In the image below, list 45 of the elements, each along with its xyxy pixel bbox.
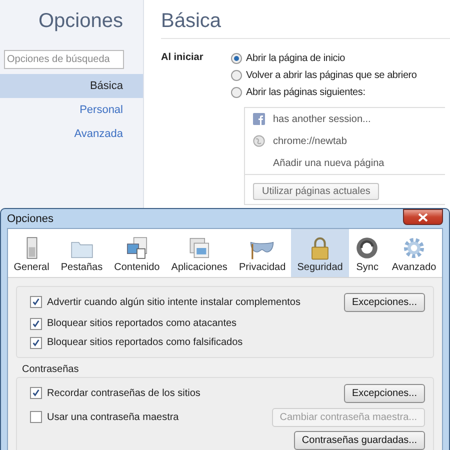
toolbar-tab[interactable]: Seguridad xyxy=(291,229,349,277)
radio-button[interactable] xyxy=(231,87,242,98)
page-entry[interactable]: has another session... xyxy=(273,114,371,124)
radio-label: Volver a abrir las páginas que se abriero xyxy=(246,70,417,81)
checkbox-label: Recordar contraseñas de los sitios xyxy=(47,388,200,398)
radio-label: Abrir la página de inicio xyxy=(246,53,345,64)
checkbox-label: Usar una contraseña maestra xyxy=(47,412,179,422)
checkbox[interactable] xyxy=(30,411,42,423)
sidebar-item[interactable]: Avanzada xyxy=(0,122,143,146)
checkbox[interactable] xyxy=(30,296,42,308)
toolbar-tab[interactable]: Aplicaciones xyxy=(166,229,234,277)
sidebar-title: Opciones xyxy=(38,9,124,34)
checkbox[interactable] xyxy=(30,318,42,330)
sidebar-item[interactable]: Básica xyxy=(0,74,143,98)
close-icon xyxy=(418,212,428,222)
sync-icon xyxy=(354,236,380,260)
close-button[interactable] xyxy=(403,209,443,225)
dialog-button[interactable]: Excepciones... xyxy=(344,292,425,312)
checkbox-label: Advertir cuando algún sitio intente instalar complementos xyxy=(47,296,300,308)
toolbar-tab[interactable]: Privacidad xyxy=(233,229,292,277)
toolbar-tab[interactable]: General xyxy=(8,229,56,277)
page-entry[interactable]: chrome://newtab xyxy=(273,136,347,146)
toolbar-tab[interactable]: Avanzado xyxy=(386,229,442,277)
checkbox[interactable] xyxy=(30,387,42,399)
radio-button[interactable] xyxy=(231,70,242,81)
toolbar-tab[interactable]: Contenido xyxy=(108,229,166,277)
dialog-button[interactable]: Excepciones... xyxy=(344,384,425,402)
radio-label: Abrir las páginas siguientes: xyxy=(246,87,366,98)
use-current-pages-button[interactable]: Utilizar páginas actuales xyxy=(253,183,380,200)
search-field[interactable]: Opciones de búsqueda xyxy=(4,50,124,69)
facebook-icon xyxy=(253,113,265,125)
setting-label: Al iniciar xyxy=(161,52,204,65)
checkbox-label: Bloquear sitios reportados como falsificados xyxy=(47,337,243,348)
checkbox[interactable] xyxy=(30,336,42,348)
globe-icon xyxy=(253,135,265,147)
checkbox-label: Bloquear sitios reportados como atacantes xyxy=(47,318,237,329)
page-entry[interactable]: Añadir una nueva página xyxy=(273,158,384,168)
toolbar-tab[interactable]: Sync xyxy=(348,229,386,277)
group-title: Contraseñas xyxy=(21,363,80,375)
dialog-button[interactable]: Contraseñas guardadas... xyxy=(294,431,425,450)
radio-button[interactable] xyxy=(231,53,242,64)
window-title: Opciones xyxy=(7,212,54,224)
toolbar-tab[interactable]: Pestañas xyxy=(55,229,108,277)
section-title: Básica xyxy=(161,0,450,39)
sidebar-item[interactable]: Personal xyxy=(0,98,143,122)
